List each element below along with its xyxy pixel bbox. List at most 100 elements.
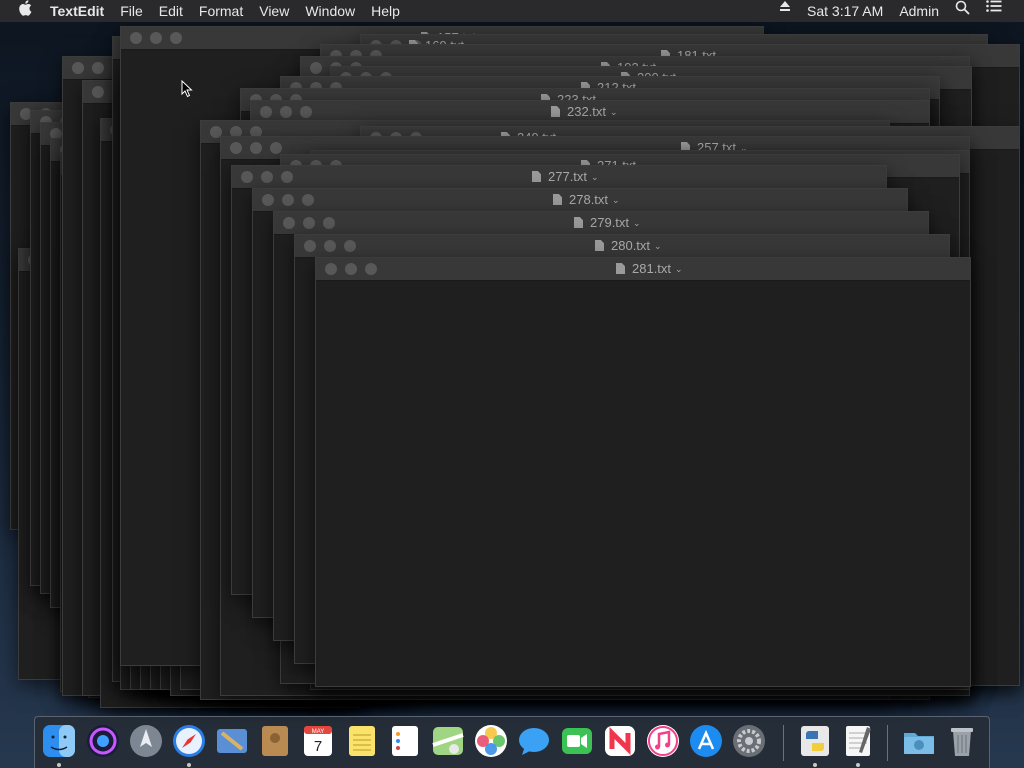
window-title[interactable]: 279.txt ⌄ bbox=[574, 212, 641, 234]
notification-center-icon[interactable] bbox=[978, 0, 1024, 22]
messages-icon[interactable] bbox=[516, 723, 552, 759]
running-indicator bbox=[187, 763, 191, 767]
trash-icon[interactable] bbox=[944, 723, 980, 759]
textedit-window[interactable]: 281.txt ⌄ bbox=[315, 257, 971, 687]
chevron-down-icon[interactable]: ⌄ bbox=[675, 264, 683, 274]
window-title[interactable]: 277.txt ⌄ bbox=[532, 166, 599, 188]
zoom-button[interactable] bbox=[270, 142, 282, 154]
app-menu-textedit[interactable]: TextEdit bbox=[42, 0, 112, 22]
dock: MAY 7 bbox=[34, 716, 990, 768]
menu-help[interactable]: Help bbox=[363, 0, 408, 22]
document-icon bbox=[532, 171, 541, 182]
facetime-icon[interactable] bbox=[559, 723, 595, 759]
document-icon bbox=[553, 194, 562, 205]
apple-menu-icon[interactable] bbox=[0, 0, 42, 22]
siri-icon[interactable] bbox=[85, 723, 121, 759]
running-indicator bbox=[856, 763, 860, 767]
close-button[interactable] bbox=[262, 194, 274, 206]
zoom-button[interactable] bbox=[281, 171, 293, 183]
document-icon bbox=[616, 263, 625, 274]
window-title-text: 278.txt bbox=[569, 192, 609, 207]
minimize-button[interactable] bbox=[345, 263, 357, 275]
close-button[interactable] bbox=[260, 106, 272, 118]
menu-bar: TextEdit File Edit Format View Window He… bbox=[0, 0, 1024, 22]
chevron-down-icon[interactable]: ⌄ bbox=[591, 172, 599, 182]
safari-icon[interactable] bbox=[171, 723, 207, 759]
notes-icon[interactable] bbox=[344, 723, 380, 759]
close-button[interactable] bbox=[72, 62, 84, 74]
minimize-button[interactable] bbox=[92, 62, 104, 74]
itunes-icon[interactable] bbox=[645, 723, 681, 759]
window-titlebar[interactable]: 277.txt ⌄ bbox=[232, 166, 886, 189]
news-icon[interactable] bbox=[602, 723, 638, 759]
close-button[interactable] bbox=[130, 32, 142, 44]
minimize-button[interactable] bbox=[150, 32, 162, 44]
chevron-down-icon[interactable]: ⌄ bbox=[612, 195, 620, 205]
close-button[interactable] bbox=[241, 171, 253, 183]
zoom-button[interactable] bbox=[302, 194, 314, 206]
menu-file[interactable]: File bbox=[112, 0, 151, 22]
menu-edit[interactable]: Edit bbox=[151, 0, 191, 22]
window-title-text: 232.txt bbox=[567, 104, 607, 119]
window-title-text: 277.txt bbox=[548, 169, 588, 184]
window-title-text: 281.txt bbox=[632, 261, 672, 276]
mail-icon[interactable] bbox=[214, 723, 250, 759]
window-title[interactable]: 278.txt ⌄ bbox=[553, 189, 620, 211]
running-indicator bbox=[57, 763, 61, 767]
window-titlebar[interactable]: 280.txt ⌄ bbox=[295, 235, 949, 258]
reminders-icon[interactable] bbox=[387, 723, 423, 759]
eject-icon[interactable] bbox=[771, 0, 799, 22]
menu-window[interactable]: Window bbox=[297, 0, 363, 22]
zoom-button[interactable] bbox=[300, 106, 312, 118]
close-button[interactable] bbox=[92, 86, 104, 98]
photos-icon[interactable] bbox=[473, 723, 509, 759]
window-titlebar[interactable]: 281.txt ⌄ bbox=[316, 258, 970, 281]
close-button[interactable] bbox=[310, 62, 322, 74]
finder-icon[interactable] bbox=[41, 723, 77, 759]
minimize-button[interactable] bbox=[282, 194, 294, 206]
window-title[interactable]: 281.txt ⌄ bbox=[616, 258, 683, 280]
python-launcher-icon[interactable] bbox=[797, 723, 833, 759]
zoom-button[interactable] bbox=[365, 263, 377, 275]
window-title-text: 280.txt bbox=[611, 238, 651, 253]
zoom-button[interactable] bbox=[170, 32, 182, 44]
textedit-icon[interactable] bbox=[840, 723, 876, 759]
document-icon bbox=[574, 217, 583, 228]
minimize-button[interactable] bbox=[261, 171, 273, 183]
svg-text:7: 7 bbox=[314, 738, 322, 755]
close-button[interactable] bbox=[325, 263, 337, 275]
contacts-icon[interactable] bbox=[257, 723, 293, 759]
window-titlebar[interactable]: 279.txt ⌄ bbox=[274, 212, 928, 235]
close-button[interactable] bbox=[304, 240, 316, 252]
menu-format[interactable]: Format bbox=[191, 0, 251, 22]
app-store-icon[interactable] bbox=[688, 723, 724, 759]
minimize-button[interactable] bbox=[280, 106, 292, 118]
close-button[interactable] bbox=[230, 142, 242, 154]
user-menu[interactable]: Admin bbox=[891, 0, 947, 22]
chevron-down-icon[interactable]: ⌄ bbox=[654, 241, 662, 251]
launchpad-icon[interactable] bbox=[128, 723, 164, 759]
minimize-button[interactable] bbox=[324, 240, 336, 252]
mouse-cursor-icon bbox=[181, 79, 193, 103]
minimize-button[interactable] bbox=[303, 217, 315, 229]
close-button[interactable] bbox=[283, 217, 295, 229]
calendar-icon[interactable]: MAY 7 bbox=[300, 723, 336, 759]
zoom-button[interactable] bbox=[323, 217, 335, 229]
document-icon bbox=[595, 240, 604, 251]
system-preferences-icon[interactable] bbox=[731, 723, 767, 759]
window-title[interactable]: 280.txt ⌄ bbox=[595, 235, 662, 257]
chevron-down-icon[interactable]: ⌄ bbox=[610, 107, 618, 117]
minimize-button[interactable] bbox=[250, 142, 262, 154]
clock[interactable]: Sat 3:17 AM bbox=[799, 0, 891, 22]
spotlight-search-icon[interactable] bbox=[947, 0, 978, 22]
window-titlebar[interactable]: 278.txt ⌄ bbox=[253, 189, 907, 212]
chevron-down-icon[interactable]: ⌄ bbox=[633, 218, 641, 228]
downloads-folder-icon[interactable] bbox=[901, 723, 937, 759]
dock-separator bbox=[887, 725, 888, 761]
running-indicator bbox=[813, 763, 817, 767]
maps-icon[interactable] bbox=[430, 723, 466, 759]
document-icon bbox=[551, 106, 560, 117]
text-area[interactable] bbox=[316, 281, 970, 686]
menu-view[interactable]: View bbox=[251, 0, 297, 22]
zoom-button[interactable] bbox=[344, 240, 356, 252]
